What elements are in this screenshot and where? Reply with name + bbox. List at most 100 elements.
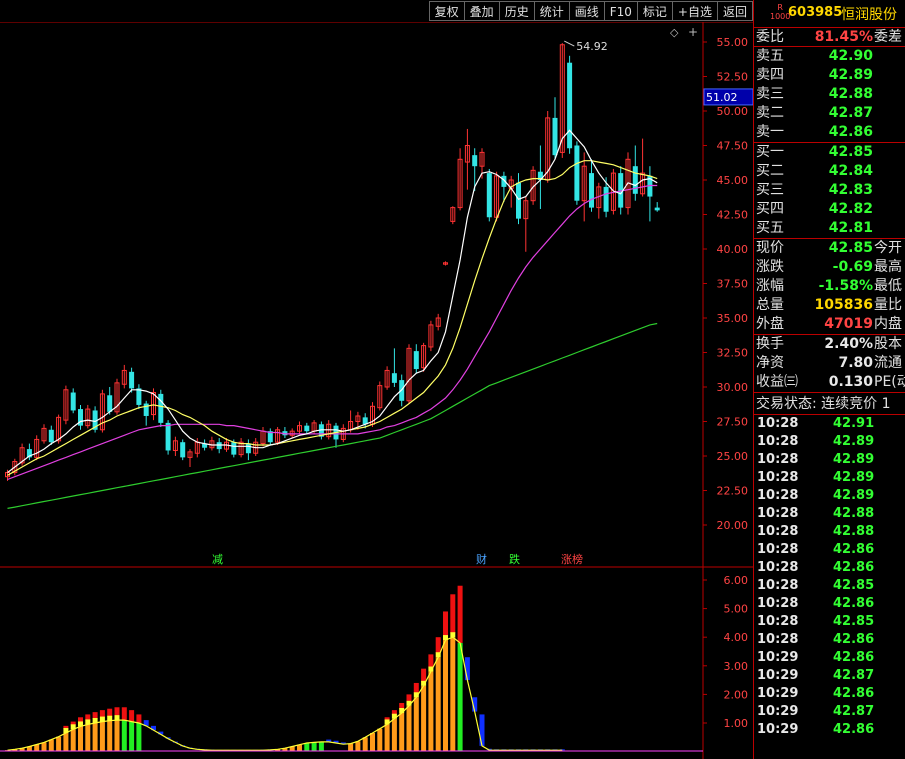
volume-bar-top: [443, 611, 448, 637]
toolbar-button[interactable]: 标记: [636, 1, 672, 21]
tick-price: 42.86: [833, 596, 875, 611]
tick-row[interactable]: 10:28 42.89: [754, 469, 905, 487]
tick-row[interactable]: 10:29 42.87: [754, 667, 905, 685]
tick-row[interactable]: 10:28 42.89: [754, 433, 905, 451]
tick-price: 42.88: [833, 506, 875, 521]
candle-body: [231, 442, 237, 455]
tick-price: 42.89: [833, 470, 875, 485]
kline-chart[interactable]: 55.00 52.50 50.00 47.50 45.00 42.50 40.00 37.50…: [0, 0, 753, 759]
tick-row[interactable]: 10:28 42.88: [754, 505, 905, 523]
price-chart-svg[interactable]: 55.00 52.50 50.00 47.50 45.00 42.50 40.00 37.50…: [0, 0, 753, 759]
tick-row[interactable]: 10:28 42.91: [754, 415, 905, 433]
plus-icon[interactable]: +: [688, 25, 698, 39]
bid-level: 买五 42.81: [754, 219, 905, 238]
tick-row[interactable]: 10:28 42.86: [754, 559, 905, 577]
tick-row[interactable]: 10:29 42.86: [754, 721, 905, 739]
candle-body: [516, 182, 521, 219]
volume-bar: [406, 705, 412, 751]
toolbar-button[interactable]: 复权: [428, 1, 464, 21]
tick-time: 10:28: [757, 560, 799, 575]
volume-bar: [384, 724, 390, 751]
tick-row[interactable]: 10:28 42.86: [754, 541, 905, 559]
candle-body: [632, 166, 638, 194]
toolbar-button[interactable]: 统计: [533, 1, 569, 21]
vol-tick-label: 5.00: [724, 603, 749, 616]
candle-body: [180, 442, 186, 458]
stock-name[interactable]: 恒润股份: [841, 4, 897, 24]
candle-body: [654, 207, 660, 211]
peak-pointer: [564, 40, 575, 47]
bid-level-label: 买二: [756, 163, 784, 179]
volume-bar: [41, 742, 47, 751]
volume-bar-top: [114, 707, 120, 717]
ask-level: 卖一 42.86: [754, 123, 905, 142]
volume-bar: [413, 697, 419, 751]
quote-panel: R 1000 603985 恒润股份 委比 81.45% 委差 卖五 42.90 卖…: [753, 0, 905, 759]
fund-row: 收益㈢ 0.130 PE(动: [754, 373, 905, 392]
stock-code[interactable]: 603985: [788, 5, 842, 20]
tick-time: 10:28: [757, 416, 799, 431]
tick-time: 10:28: [757, 452, 799, 467]
tick-row[interactable]: 10:28 42.85: [754, 613, 905, 631]
vol-tick-label: 3.00: [724, 660, 749, 673]
tick-row[interactable]: 10:28 42.89: [754, 451, 905, 469]
price-tick-label: 25.00: [717, 450, 749, 463]
stat-row-value: 105836: [814, 297, 873, 313]
tick-row[interactable]: 10:28 42.88: [754, 523, 905, 541]
vol-tick-label: 4.00: [724, 631, 749, 644]
stock-header: R 1000 603985 恒润股份: [754, 0, 905, 28]
price-tick-label: 32.50: [717, 347, 749, 360]
volume-bar: [70, 729, 76, 751]
tick-time: 10:29: [757, 722, 799, 737]
price-tick-label: 40.00: [717, 243, 749, 256]
toolbar-button[interactable]: 返回: [716, 1, 753, 21]
tick-row[interactable]: 10:29 42.86: [754, 649, 905, 667]
tick-row[interactable]: 10:29 42.86: [754, 685, 905, 703]
stat-row-label: 现价: [756, 240, 784, 256]
tick-row[interactable]: 10:28 42.86: [754, 631, 905, 649]
tick-price: 42.89: [833, 434, 875, 449]
volume-bar-band: [114, 715, 120, 721]
toolbar-button[interactable]: 叠加: [463, 1, 499, 21]
volume-bar-band: [450, 632, 456, 638]
stat-row-label2: 今开: [874, 240, 902, 256]
volume-bar-top: [129, 710, 135, 722]
tick-time: 10:28: [757, 470, 799, 485]
bid-level-value: 42.85: [828, 144, 873, 160]
tick-price: 42.86: [833, 650, 875, 665]
vol-tick-label: 6.00: [724, 574, 749, 587]
tick-time: 10:29: [757, 686, 799, 701]
tick-price: 42.85: [833, 614, 875, 629]
ask-level-label: 卖四: [756, 67, 784, 83]
toolbar-button[interactable]: 画线: [568, 1, 604, 21]
candle-body: [603, 186, 609, 212]
diamond-icon[interactable]: ◇: [670, 26, 678, 39]
fund-row-label2: PE(动: [874, 374, 905, 390]
candle-body: [165, 422, 171, 451]
volume-bar: [304, 743, 310, 751]
volume-bar-top: [435, 637, 441, 654]
tick-list[interactable]: 10:28 42.91 10:28 42.89 10:28 42.89 10:28 42.89…: [754, 415, 905, 739]
price-tick-label: 52.50: [717, 71, 749, 84]
volume-bar: [362, 737, 368, 751]
tick-time: 10:28: [757, 434, 799, 449]
toolbar-button[interactable]: F10: [603, 1, 637, 21]
toolbar-button[interactable]: +自选: [671, 1, 717, 21]
volume-bar-top: [428, 654, 434, 668]
volume-bar-top: [413, 682, 419, 694]
tick-price: 42.87: [833, 668, 875, 683]
volume-bar-top: [107, 708, 113, 717]
tick-price: 42.86: [833, 542, 875, 557]
quote-stats: 现价 42.85 今开 涨跌 -0.69 最高 涨幅 -1.58% 最低 总量 105836 量比 外盘…: [754, 239, 905, 335]
toolbar-button[interactable]: 历史: [498, 1, 534, 21]
stat-row: 涨幅 -1.58% 最低: [754, 277, 905, 296]
tick-row[interactable]: 10:28 42.89: [754, 487, 905, 505]
candle-body: [486, 173, 492, 218]
ask-level: 卖四 42.89: [754, 66, 905, 85]
candle-body: [413, 351, 419, 370]
tick-row[interactable]: 10:29 42.87: [754, 703, 905, 721]
tick-price: 42.86: [833, 722, 875, 737]
tick-time: 10:28: [757, 614, 799, 629]
tick-row[interactable]: 10:28 42.85: [754, 577, 905, 595]
tick-row[interactable]: 10:28 42.86: [754, 595, 905, 613]
